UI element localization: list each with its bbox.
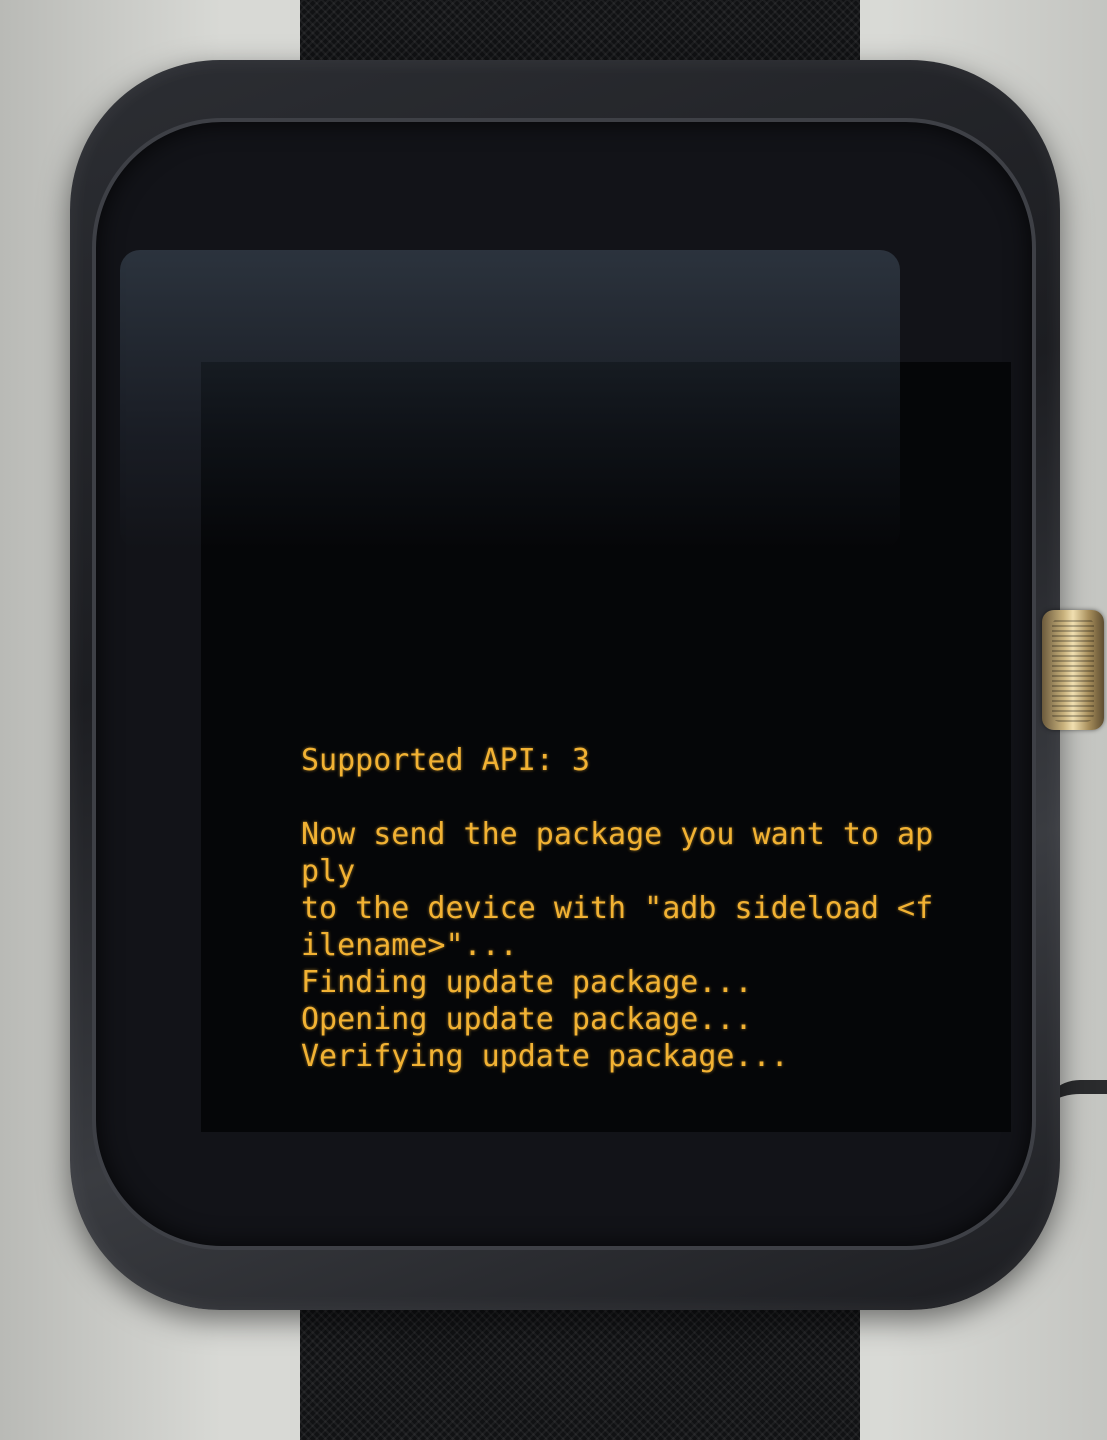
console-line-finding: Finding update package...: [301, 965, 753, 1000]
console-line-instruction-4: ilename>"...: [301, 928, 518, 963]
crown-button-icon[interactable]: [1042, 610, 1104, 730]
photo-scene: Supported API: 3 Now send the package you…: [0, 0, 1107, 1440]
console-line-api: Supported API: 3: [301, 743, 590, 778]
console-line-instruction-2: ply: [301, 854, 356, 889]
console-line-opening: Opening update package...: [301, 1002, 753, 1037]
console-line-instruction-3: to the device with "adb sideload <f: [301, 891, 934, 926]
screen-glare: [120, 250, 900, 550]
console-line-blank: [301, 779, 933, 816]
recovery-console: Supported API: 3 Now send the package you…: [301, 742, 933, 1075]
console-line-verifying: Verifying update package...: [301, 1039, 789, 1074]
console-line-instruction-1: Now send the package you want to ap: [301, 817, 934, 852]
watch-case: Supported API: 3 Now send the package you…: [70, 60, 1060, 1310]
